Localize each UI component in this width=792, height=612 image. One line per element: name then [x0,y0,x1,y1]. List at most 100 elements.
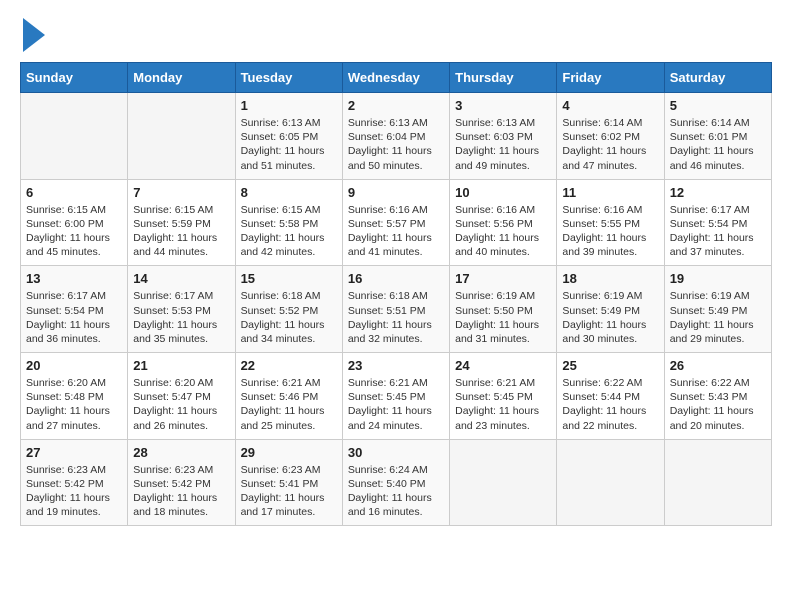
cell-detail: Sunrise: 6:22 AM Sunset: 5:44 PM Dayligh… [562,376,658,433]
calendar-cell: 2Sunrise: 6:13 AM Sunset: 6:04 PM Daylig… [342,93,449,180]
day-number: 1 [241,98,337,113]
cell-detail: Sunrise: 6:16 AM Sunset: 5:56 PM Dayligh… [455,203,551,260]
cell-detail: Sunrise: 6:23 AM Sunset: 5:42 PM Dayligh… [26,463,122,520]
weekday-header-thursday: Thursday [450,63,557,93]
cell-detail: Sunrise: 6:19 AM Sunset: 5:50 PM Dayligh… [455,289,551,346]
day-number: 12 [670,185,766,200]
calendar-cell: 25 Sunrise: 6:22 AM Sunset: 5:44 PM Dayli… [557,353,664,440]
cell-detail: Sunrise: 6:13 AM Sunset: 6:05 PM Dayligh… [241,116,337,173]
calendar-cell: 3 Sunrise: 6:13 AM Sunset: 6:03 PM Daylig… [450,93,557,180]
calendar-cell: 29 Sunrise: 6:23 AM Sunset: 5:41 PM Dayli… [235,439,342,526]
day-number: 16 [348,271,444,286]
calendar-cell: 20 Sunrise: 6:20 AM Sunset: 5:48 PM Dayli… [21,353,128,440]
calendar-cell: 12 Sunrise: 6:17 AM Sunset: 5:54 PM Dayli… [664,179,771,266]
day-number: 28 [133,445,229,460]
calendar-cell: 24 Sunrise: 6:21 AM Sunset: 5:45 PM Dayli… [450,353,557,440]
cell-detail: Sunrise: 6:13 AM Sunset: 6:04 PM Dayligh… [348,116,444,173]
weekday-header-wednesday: Wednesday [342,63,449,93]
calendar-cell: 23 Sunrise: 6:21 AM Sunset: 5:45 PM Dayli… [342,353,449,440]
cell-detail: Sunrise: 6:21 AM Sunset: 5:46 PM Dayligh… [241,376,337,433]
day-number: 29 [241,445,337,460]
calendar-cell: 22 Sunrise: 6:21 AM Sunset: 5:46 PM Dayli… [235,353,342,440]
cell-detail: Sunrise: 6:17 AM Sunset: 5:54 PM Dayligh… [670,203,766,260]
day-number: 22 [241,358,337,373]
cell-detail: Sunrise: 6:16 AM Sunset: 5:57 PM Dayligh… [348,203,444,260]
calendar-cell [450,439,557,526]
calendar-cell: 11 Sunrise: 6:16 AM Sunset: 5:55 PM Dayli… [557,179,664,266]
cell-detail: Sunrise: 6:21 AM Sunset: 5:45 PM Dayligh… [348,376,444,433]
weekday-header-row: SundayMondayTuesdayWednesdayThursdayFrid… [21,63,772,93]
day-number: 3 [455,98,551,113]
cell-detail: Sunrise: 6:15 AM Sunset: 6:00 PM Dayligh… [26,203,122,260]
weekday-header-tuesday: Tuesday [235,63,342,93]
cell-detail: Sunrise: 6:17 AM Sunset: 5:54 PM Dayligh… [26,289,122,346]
day-number: 6 [26,185,122,200]
page-header [20,20,772,52]
day-number: 13 [26,271,122,286]
calendar-week-row: 6 Sunrise: 6:15 AM Sunset: 6:00 PM Daylig… [21,179,772,266]
calendar-cell: 5 Sunrise: 6:14 AM Sunset: 6:01 PM Daylig… [664,93,771,180]
calendar-cell: 27 Sunrise: 6:23 AM Sunset: 5:42 PM Dayli… [21,439,128,526]
cell-detail: Sunrise: 6:19 AM Sunset: 5:49 PM Dayligh… [562,289,658,346]
cell-detail: Sunrise: 6:24 AM Sunset: 5:40 PM Dayligh… [348,463,444,520]
calendar-cell: 7 Sunrise: 6:15 AM Sunset: 5:59 PM Daylig… [128,179,235,266]
day-number: 30 [348,445,444,460]
logo [20,20,45,52]
cell-detail: Sunrise: 6:17 AM Sunset: 5:53 PM Dayligh… [133,289,229,346]
day-number: 24 [455,358,551,373]
cell-detail: Sunrise: 6:13 AM Sunset: 6:03 PM Dayligh… [455,116,551,173]
cell-detail: Sunrise: 6:14 AM Sunset: 6:01 PM Dayligh… [670,116,766,173]
calendar-cell: 8Sunrise: 6:15 AM Sunset: 5:58 PM Daylig… [235,179,342,266]
day-number: 23 [348,358,444,373]
day-number: 27 [26,445,122,460]
calendar-cell: 13 Sunrise: 6:17 AM Sunset: 5:54 PM Dayli… [21,266,128,353]
day-number: 15 [241,271,337,286]
day-number: 25 [562,358,658,373]
calendar-cell: 17 Sunrise: 6:19 AM Sunset: 5:50 PM Dayli… [450,266,557,353]
day-number: 19 [670,271,766,286]
calendar-cell [21,93,128,180]
calendar-table: SundayMondayTuesdayWednesdayThursdayFrid… [20,62,772,526]
cell-detail: Sunrise: 6:20 AM Sunset: 5:47 PM Dayligh… [133,376,229,433]
day-number: 5 [670,98,766,113]
calendar-cell: 10Sunrise: 6:16 AM Sunset: 5:56 PM Dayli… [450,179,557,266]
calendar-cell: 9 Sunrise: 6:16 AM Sunset: 5:57 PM Daylig… [342,179,449,266]
cell-detail: Sunrise: 6:19 AM Sunset: 5:49 PM Dayligh… [670,289,766,346]
calendar-cell [128,93,235,180]
day-number: 20 [26,358,122,373]
day-number: 17 [455,271,551,286]
cell-detail: Sunrise: 6:20 AM Sunset: 5:48 PM Dayligh… [26,376,122,433]
cell-detail: Sunrise: 6:23 AM Sunset: 5:41 PM Dayligh… [241,463,337,520]
calendar-cell: 16Sunrise: 6:18 AM Sunset: 5:51 PM Dayli… [342,266,449,353]
calendar-cell [664,439,771,526]
logo-arrow-icon [23,18,45,52]
cell-detail: Sunrise: 6:21 AM Sunset: 5:45 PM Dayligh… [455,376,551,433]
calendar-week-row: 1 Sunrise: 6:13 AM Sunset: 6:05 PM Daylig… [21,93,772,180]
calendar-cell: 30 Sunrise: 6:24 AM Sunset: 5:40 PM Dayli… [342,439,449,526]
cell-detail: Sunrise: 6:15 AM Sunset: 5:59 PM Dayligh… [133,203,229,260]
day-number: 8 [241,185,337,200]
calendar-cell: 4 Sunrise: 6:14 AM Sunset: 6:02 PM Daylig… [557,93,664,180]
calendar-cell: 28Sunrise: 6:23 AM Sunset: 5:42 PM Dayli… [128,439,235,526]
calendar-week-row: 20 Sunrise: 6:20 AM Sunset: 5:48 PM Dayli… [21,353,772,440]
weekday-header-sunday: Sunday [21,63,128,93]
day-number: 21 [133,358,229,373]
calendar-cell: 18Sunrise: 6:19 AM Sunset: 5:49 PM Dayli… [557,266,664,353]
day-number: 14 [133,271,229,286]
cell-detail: Sunrise: 6:18 AM Sunset: 5:52 PM Dayligh… [241,289,337,346]
calendar-cell: 19 Sunrise: 6:19 AM Sunset: 5:49 PM Dayli… [664,266,771,353]
calendar-cell [557,439,664,526]
day-number: 4 [562,98,658,113]
weekday-header-saturday: Saturday [664,63,771,93]
calendar-cell: 14 Sunrise: 6:17 AM Sunset: 5:53 PM Dayli… [128,266,235,353]
day-number: 7 [133,185,229,200]
weekday-header-monday: Monday [128,63,235,93]
cell-detail: Sunrise: 6:16 AM Sunset: 5:55 PM Dayligh… [562,203,658,260]
calendar-week-row: 27 Sunrise: 6:23 AM Sunset: 5:42 PM Dayli… [21,439,772,526]
cell-detail: Sunrise: 6:14 AM Sunset: 6:02 PM Dayligh… [562,116,658,173]
weekday-header-friday: Friday [557,63,664,93]
day-number: 26 [670,358,766,373]
day-number: 9 [348,185,444,200]
calendar-week-row: 13 Sunrise: 6:17 AM Sunset: 5:54 PM Dayli… [21,266,772,353]
day-number: 11 [562,185,658,200]
